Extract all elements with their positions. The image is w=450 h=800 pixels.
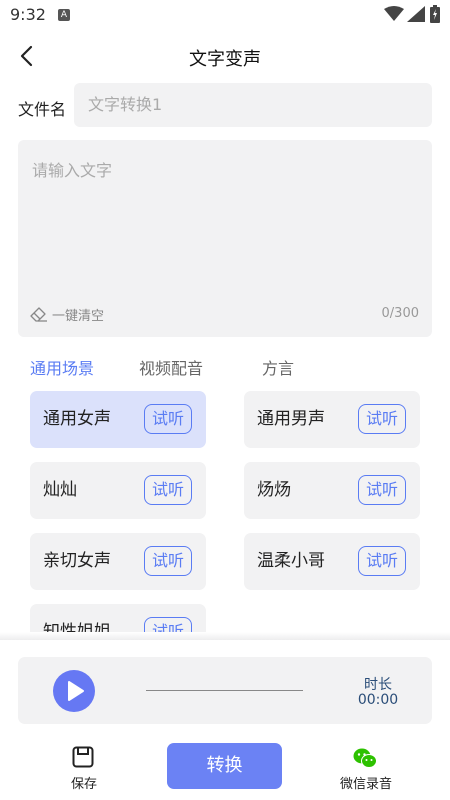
voice-card-general-male[interactable]: 通用男声 试听 xyxy=(244,391,420,448)
tab-video-dubbing[interactable]: 视频配音 xyxy=(139,355,203,379)
voice-name: 炀炀 xyxy=(257,480,291,500)
voice-card-yangyang[interactable]: 炀炀 试听 xyxy=(244,462,420,519)
save-icon[interactable] xyxy=(72,746,94,768)
voice-card-friendly-female[interactable]: 亲切女声 试听 xyxy=(30,533,206,590)
preview-button[interactable]: 试听 xyxy=(144,404,192,434)
playback-progress[interactable] xyxy=(146,690,303,691)
play-icon xyxy=(68,681,84,701)
file-name-label: 文件名 xyxy=(18,100,67,119)
wifi-icon xyxy=(384,6,404,21)
duration-value: 00:00 xyxy=(357,692,399,708)
voice-card-cancan[interactable]: 灿灿 试听 xyxy=(30,462,206,519)
save-label[interactable]: 保存 xyxy=(64,773,104,792)
voice-name: 通用男声 xyxy=(257,409,325,429)
preview-button[interactable]: 试听 xyxy=(358,404,406,434)
page-title: 文字变声 xyxy=(189,49,261,70)
tab-dialect[interactable]: 方言 xyxy=(262,355,294,379)
preview-button[interactable]: 试听 xyxy=(358,475,406,505)
battery-icon xyxy=(430,5,440,23)
duration-label: 时长 xyxy=(364,677,392,693)
voice-name: 温柔小哥 xyxy=(257,551,325,571)
voice-name: 亲切女声 xyxy=(43,551,111,571)
status-time: 9:32 xyxy=(10,5,46,24)
signal-icon xyxy=(407,6,425,22)
preview-button[interactable]: 试听 xyxy=(144,546,192,576)
voice-card-general-female[interactable]: 通用女声 试听 xyxy=(30,391,206,448)
play-button[interactable] xyxy=(53,670,95,712)
voice-name: 通用女声 xyxy=(43,409,111,429)
tab-general[interactable]: 通用场景 xyxy=(30,355,94,379)
file-name-input[interactable]: 文字转换1 xyxy=(74,83,432,127)
char-counter: 0/300 xyxy=(381,306,419,321)
voice-card-gentle-guy[interactable]: 温柔小哥 试听 xyxy=(244,533,420,590)
voice-name: 灿灿 xyxy=(43,480,77,500)
text-input-placeholder: 请输入文字 xyxy=(32,161,113,180)
wechat-icon[interactable] xyxy=(353,747,377,769)
status-bar: 9:32 A xyxy=(0,0,450,30)
wechat-record-label[interactable]: 微信录音 xyxy=(330,773,402,792)
preview-button[interactable]: 试听 xyxy=(144,475,192,505)
notification-icon: A xyxy=(58,9,70,21)
convert-button[interactable]: 转换 xyxy=(167,743,282,789)
preview-button[interactable]: 试听 xyxy=(358,546,406,576)
